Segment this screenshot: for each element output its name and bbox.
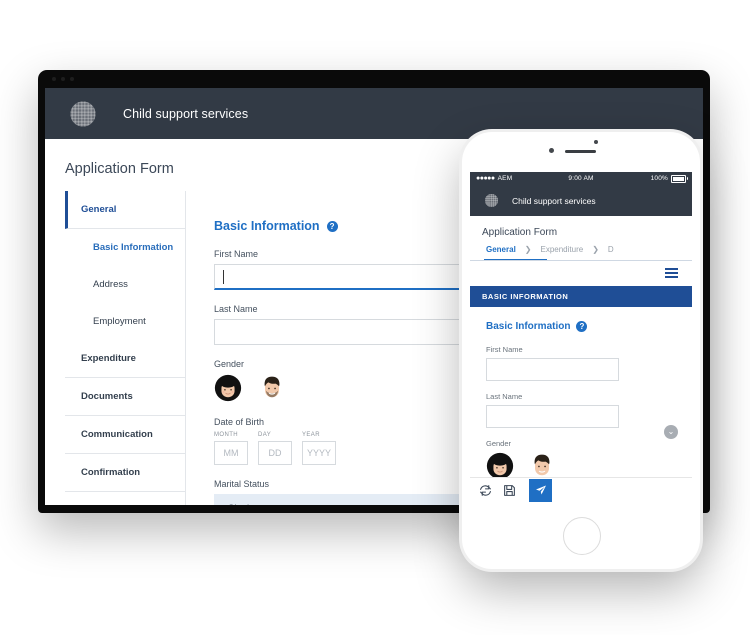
status-right: 100% [594, 174, 688, 183]
phone-form: Basic Information ? First Name Last Name… [470, 307, 692, 480]
signal-strength-icon: ●●●●● [476, 175, 495, 182]
sidebar-item-label: Basic Information [93, 242, 174, 253]
help-icon[interactable]: ? [326, 220, 338, 232]
dob-day-input[interactable]: DD [258, 441, 292, 465]
front-camera-icon [549, 148, 554, 153]
phone-first-name-group: First Name [486, 345, 692, 381]
phone-app-header: Child support services [470, 185, 692, 216]
window-close-dot[interactable] [52, 77, 56, 81]
text-caret [223, 269, 224, 284]
battery-percent-label: 100% [650, 175, 668, 182]
avatar-female-icon[interactable] [214, 374, 242, 402]
phone-gender-group: Gender [486, 439, 692, 480]
hamburger-menu-icon[interactable] [665, 268, 678, 278]
dob-day-sublabel: DAY [258, 432, 272, 438]
desktop-bezel [38, 70, 710, 88]
dob-month-cell: MONTH MM [214, 432, 248, 465]
hamburger-bar [665, 272, 678, 274]
phone-gender-options [486, 452, 692, 480]
carrier-label: AEM [497, 175, 513, 182]
phone-screen: ●●●●● AEM 9:00 AM 100% Child support ser… [470, 172, 692, 502]
sidebar-item-label: Communication [81, 429, 153, 440]
phone-section-heading: Basic Information ? [486, 321, 692, 332]
sidebar-item-communication[interactable]: Communication [65, 416, 185, 454]
home-button[interactable] [563, 517, 601, 555]
phone-gender-label: Gender [486, 439, 512, 448]
hamburger-bar [665, 268, 678, 270]
sidebar-item-employment[interactable]: Employment [65, 303, 185, 340]
dob-month-input[interactable]: MM [214, 441, 248, 465]
battery-icon [671, 174, 688, 183]
phone-last-name-group: Last Name [486, 392, 692, 428]
phone-first-name-input[interactable] [486, 358, 619, 381]
phone-section-heading-label: Basic Information [486, 321, 571, 332]
sidebar-item-confirmation[interactable]: Confirmation [65, 454, 185, 492]
sidebar-item-label: Employment [93, 316, 146, 327]
earpiece-speaker-icon [565, 150, 596, 153]
chevron-right-icon: ❯ [524, 245, 532, 254]
phone-breadcrumb-tabs: General ❯ Expenditure ❯ D [470, 245, 692, 261]
send-icon[interactable] [529, 478, 552, 502]
phone-section-bar: BASIC INFORMATION [470, 286, 692, 307]
sidebar-item-documents[interactable]: Documents [65, 378, 185, 416]
tab-expenditure[interactable]: Expenditure [541, 245, 584, 254]
status-bar: ●●●●● AEM 9:00 AM 100% [470, 172, 692, 185]
avatar-male-icon[interactable] [528, 452, 556, 480]
sidebar-item-label: Documents [81, 391, 133, 402]
window-maximize-dot[interactable] [70, 77, 74, 81]
dob-year-sublabel: YEAR [302, 432, 320, 438]
clock-label: 9:00 AM [568, 175, 594, 182]
halftone-circle-logo-icon [482, 191, 501, 210]
phone-top-bezel [462, 132, 700, 172]
tab-documents[interactable]: D [608, 245, 614, 254]
phone-first-name-label: First Name [486, 345, 523, 354]
window-minimize-dot[interactable] [61, 77, 65, 81]
sidebar-item-label: Expenditure [81, 353, 136, 364]
dob-year-input[interactable]: YYYY [302, 441, 336, 465]
phone-last-name-input[interactable] [486, 405, 619, 428]
avatar-female-icon[interactable] [486, 452, 514, 480]
sidebar-item-label: Confirmation [81, 467, 141, 478]
halftone-circle-logo-icon [65, 95, 101, 132]
proximity-sensor-icon [594, 140, 598, 144]
phone-last-name-label: Last Name [486, 392, 523, 401]
sidebar: General Basic Information Address Employ… [45, 191, 185, 492]
save-icon[interactable] [503, 484, 516, 497]
sidebar-item-address[interactable]: Address [65, 266, 185, 303]
chevron-right-icon: ❯ [592, 245, 599, 254]
phone-app-title: Child support services [512, 195, 596, 206]
app-title: Child support services [123, 106, 249, 121]
help-icon[interactable]: ? [576, 321, 588, 332]
chevron-down-icon[interactable]: ⌄ [664, 425, 678, 439]
sidebar-item-general[interactable]: General [65, 191, 185, 229]
sidebar-item-expenditure[interactable]: Expenditure [65, 340, 185, 378]
sidebar-item-basic-information[interactable]: Basic Information [65, 229, 185, 266]
sidebar-item-label: General [81, 204, 117, 215]
hamburger-row [470, 261, 692, 286]
dob-year-cell: YEAR YYYY [302, 432, 336, 465]
avatar-male-icon[interactable] [258, 374, 286, 402]
phone-device-frame: ●●●●● AEM 9:00 AM 100% Child support ser… [462, 132, 700, 569]
section-heading-label: Basic Information [214, 219, 320, 233]
tab-active-underline [484, 259, 547, 260]
sidebar-item-label: Address [93, 279, 128, 290]
dob-day-cell: DAY DD [258, 432, 292, 465]
phone-bottom-toolbar [470, 477, 692, 502]
tab-general[interactable]: General [486, 245, 516, 254]
phone-page-title: Application Form [482, 227, 558, 238]
hamburger-bar [665, 276, 678, 278]
status-left: ●●●●● AEM [476, 175, 568, 182]
refresh-icon[interactable] [479, 484, 492, 497]
dob-month-sublabel: MONTH [214, 432, 238, 438]
